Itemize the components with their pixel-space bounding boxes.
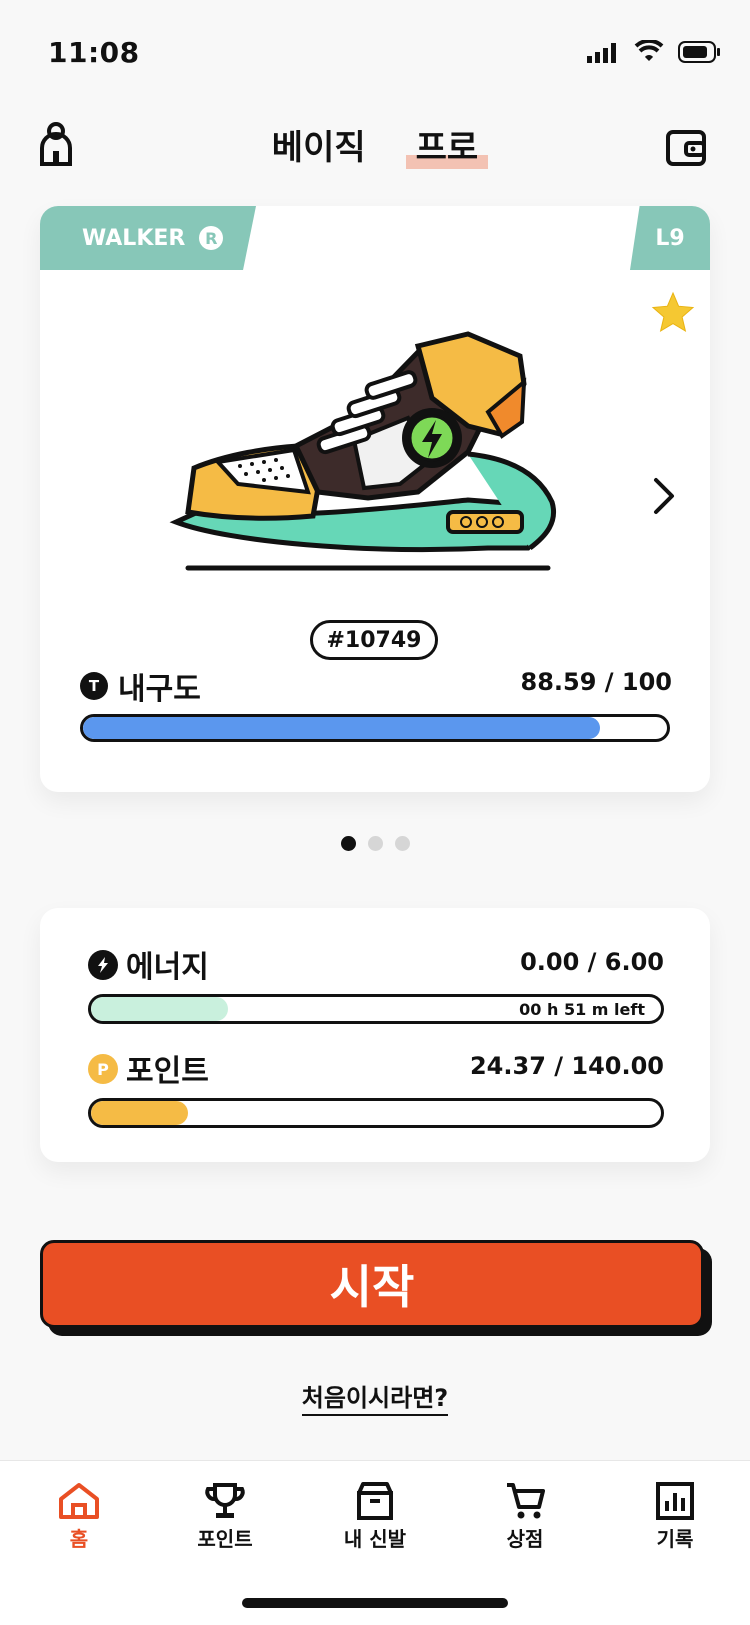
wallet-icon[interactable]: [666, 128, 706, 168]
durability-value: 88.59 / 100: [520, 668, 673, 696]
sneaker-type-tag: WALKER R: [40, 206, 256, 270]
status-time: 11:08: [48, 36, 140, 69]
tab-basic[interactable]: 베이직: [262, 120, 376, 169]
level-tag: L9: [630, 206, 710, 270]
durability-bar: [80, 714, 670, 742]
home-icon: [59, 1483, 99, 1519]
energy-label: 에너지: [126, 950, 209, 985]
energy-icon: [88, 950, 118, 980]
energy-bar: 00 h 51 m left: [88, 994, 664, 1024]
start-button[interactable]: 시작: [40, 1240, 704, 1328]
energy-bar-fill: [91, 997, 228, 1021]
nav-item-points[interactable]: 포인트: [170, 1481, 280, 1552]
nav-label-history: 기록: [656, 1527, 694, 1551]
points-value: 24.37 / 140.00: [469, 1052, 664, 1080]
home-indicator: [242, 1598, 508, 1608]
mode-tabs: 베이직 프로: [0, 120, 750, 169]
signal-icon: [587, 43, 616, 63]
points-bar: [88, 1098, 664, 1128]
first-time-link-label[interactable]: 처음이시라면?: [301, 1384, 449, 1416]
wifi-icon: [634, 40, 664, 61]
next-sneaker-arrow-icon[interactable]: [650, 476, 678, 516]
nav-item-history[interactable]: 기록: [620, 1481, 730, 1552]
nav-item-home[interactable]: 홈: [24, 1481, 134, 1552]
rarity-badge: R: [199, 226, 224, 250]
nav-label-points: 포인트: [197, 1527, 253, 1551]
favorite-star-icon[interactable]: [650, 290, 696, 336]
chart-icon: [656, 1482, 694, 1520]
points-label: 포인트: [126, 1054, 209, 1089]
cart-icon: [507, 1483, 545, 1519]
battery-icon: [678, 41, 720, 63]
sneaker-illustration: [169, 331, 556, 571]
nav-item-my-shoes[interactable]: 내 신발: [320, 1481, 430, 1552]
stats-card: 에너지 0.00 / 6.00 00 h 51 m left P 포인트 24.…: [40, 908, 710, 1162]
energy-value: 0.00 / 6.00: [520, 948, 664, 976]
points-bar-fill: [91, 1101, 188, 1125]
box-icon: [357, 1482, 393, 1520]
status-icons: [586, 40, 722, 64]
tab-pro[interactable]: 프로: [405, 120, 489, 169]
sneaker-card: WALKER R L9 #10749 T 내구도 88.59 / 100: [40, 206, 710, 792]
card-pager: [0, 836, 750, 851]
sneaker-id: #10749: [310, 620, 438, 660]
sneaker-type-label: WALKER: [82, 225, 186, 251]
first-time-link[interactable]: 처음이시라면?: [0, 1378, 750, 1416]
pager-dot[interactable]: [367, 836, 383, 851]
energy-timer: 00 h 51 m left: [519, 1000, 645, 1019]
trophy-icon: [205, 1483, 245, 1518]
nav-label-home: 홈: [69, 1527, 89, 1551]
points-icon: P: [88, 1054, 118, 1084]
nav-label-store: 상점: [506, 1527, 544, 1551]
durability-bar-fill: [83, 717, 601, 739]
nav-label-my-shoes: 내 신발: [343, 1527, 407, 1551]
nav-item-store[interactable]: 상점: [470, 1481, 580, 1552]
pager-dot[interactable]: [394, 836, 410, 851]
durability-label: 내구도: [118, 672, 201, 707]
pager-dot[interactable]: [340, 836, 356, 851]
durability-icon: T: [80, 672, 108, 700]
